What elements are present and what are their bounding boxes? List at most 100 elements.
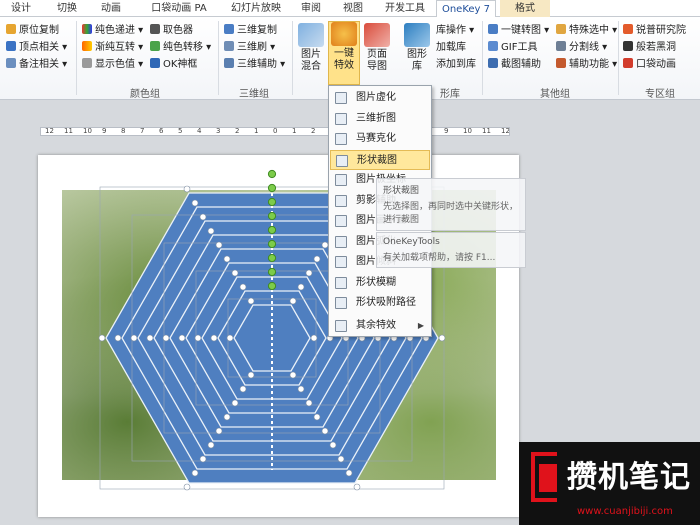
tab-pocket-animation[interactable]: 口袋动画 PA xyxy=(140,0,218,17)
tab-design[interactable]: 设计 xyxy=(6,0,36,17)
ribbon-item-ok-frame[interactable]: OK神框 xyxy=(150,57,197,72)
effect-icon xyxy=(335,92,347,104)
ribbon-item-solid-progressive[interactable]: 纯色递进 ▾ xyxy=(82,23,143,38)
effect-icon xyxy=(335,235,347,248)
menu-item-4[interactable]: 形状裁图 xyxy=(330,149,430,170)
ribbon-item-gif-tool[interactable]: GIF工具 xyxy=(488,40,537,55)
gradient-icon xyxy=(82,41,92,51)
ribbon-item-vertex[interactable]: 顶点相关 ▾ xyxy=(6,40,67,55)
rgb-icon xyxy=(82,58,92,68)
menu-item-1[interactable]: 图片虚化 xyxy=(330,88,430,108)
horizontal-ruler: 1211109876543210123456789101112 xyxy=(40,127,510,136)
picture-blend-button[interactable]: 图片 混合 xyxy=(296,23,326,85)
watermark: 攒机笔记 www.cuanjibiji.com xyxy=(519,442,700,525)
ribbon-item-load-library[interactable]: 加载库 xyxy=(436,40,466,55)
effect-icon xyxy=(335,319,347,332)
tab-animations[interactable]: 动画 xyxy=(96,0,126,17)
ruler-tick-label: 11 xyxy=(482,127,491,135)
ribbon-item-split-line[interactable]: 分割线 ▾ xyxy=(556,40,607,55)
effect-icon xyxy=(335,215,347,227)
ribbon-tab-bar: 设计 切换 动画 口袋动画 PA 幻灯片放映 审阅 视图 开发工具 OneKey… xyxy=(0,0,700,18)
shape-crop-tooltip: 形状裁图 先选择图，再同时选中关键形状，进行裁图 xyxy=(376,178,526,231)
ribbon-item-notes[interactable]: 备注相关 ▾ xyxy=(6,57,67,72)
menu-item-3[interactable]: 马赛克化 xyxy=(330,129,430,149)
ribbon-item-prajna-blackhole[interactable]: 般若黑洞 xyxy=(623,40,676,55)
ruler-tick-label: 0 xyxy=(273,127,278,135)
group-label-other: 其他组 xyxy=(540,89,570,100)
group-label-3d: 三维组 xyxy=(239,89,269,100)
ribbon-item-pocket-animation[interactable]: 口袋动画 xyxy=(623,57,676,72)
menu-item-label: 马赛克化 xyxy=(356,133,396,144)
effect-icon xyxy=(335,194,347,207)
submenu-arrow-icon: ▶ xyxy=(417,320,424,330)
tab-slideshow[interactable]: 幻灯片放映 xyxy=(228,0,284,17)
tab-review[interactable]: 审阅 xyxy=(296,0,326,17)
page-export-button[interactable]: 页面 导图 xyxy=(362,23,392,85)
menu-item-12[interactable]: 其余特效 ▶ xyxy=(330,316,430,336)
tab-transitions[interactable]: 切换 xyxy=(52,0,82,17)
effect-icon xyxy=(335,133,347,145)
menu-item-label: 其余特效 xyxy=(356,319,396,331)
copy-icon xyxy=(6,24,16,34)
ruler-tick-label: 1 xyxy=(292,127,297,135)
menu-item-11[interactable]: 形状吸附路径 xyxy=(330,293,430,313)
ruler-tick-label: 11 xyxy=(64,127,73,135)
shape-library-button[interactable]: 图形 库 xyxy=(402,23,432,85)
ribbon-item-3d-assist[interactable]: 三维辅助 ▾ xyxy=(224,57,285,72)
page-export-icon xyxy=(364,23,390,47)
ribbon-item-show-color[interactable]: 显示色值 ▾ xyxy=(82,57,143,72)
ruler-tick-label: 9 xyxy=(102,127,107,135)
ruler-tick-label: 10 xyxy=(83,127,92,135)
effect-icon xyxy=(336,154,348,167)
menu-item-2[interactable]: 三维折图 xyxy=(330,109,430,129)
menu-item-label: 形状裁图 xyxy=(357,154,397,166)
menu-item-label: 图片虚化 xyxy=(356,92,396,103)
effect-icon xyxy=(335,112,347,125)
ruler-tick-label: 8 xyxy=(121,127,126,135)
group-label-color: 颜色组 xyxy=(130,89,160,100)
tab-format[interactable]: 格式 xyxy=(500,0,550,17)
ruler-tick-label: 12 xyxy=(45,127,54,135)
group-separator xyxy=(482,21,483,95)
assist-icon xyxy=(556,58,566,68)
color-icon xyxy=(82,24,92,34)
ruler-tick-label: 4 xyxy=(197,127,202,135)
ribbon-item-gradient-solid[interactable]: 渐纯互转 ▾ xyxy=(82,40,143,55)
gif-icon xyxy=(488,41,498,51)
menu-item-label: 三维折图 xyxy=(356,112,396,124)
brand-logo-mark xyxy=(539,464,557,492)
frame-icon xyxy=(150,58,160,68)
select-icon xyxy=(556,24,566,34)
ruler-tick-label: 3 xyxy=(216,127,221,135)
effect-icon xyxy=(335,174,347,186)
ribbon-item-in-place-copy[interactable]: 原位复制 xyxy=(6,23,59,38)
ribbon-item-3d-copy[interactable]: 三维复制 xyxy=(224,23,277,38)
ruler-tick-label: 2 xyxy=(311,127,316,135)
ribbon-item-one-click-to-image[interactable]: 一键转图 ▾ xyxy=(488,23,549,38)
tab-view[interactable]: 视图 xyxy=(338,0,368,17)
screenshot-icon xyxy=(488,58,498,68)
shape-library-icon xyxy=(404,23,430,47)
split-icon xyxy=(556,41,566,51)
ribbon-item-ruipu-institute[interactable]: 锐普研究院 xyxy=(623,23,686,38)
group-label-special: 专区组 xyxy=(645,89,675,100)
ribbon-item-library-ops[interactable]: 库操作 ▾ xyxy=(436,23,474,38)
ribbon-item-screenshot-assist[interactable]: 截图辅助 xyxy=(488,57,541,72)
group-separator xyxy=(292,21,293,95)
ribbon-item-color-transfer[interactable]: 纯色转移 ▾ xyxy=(150,40,211,55)
menu-item-label: 形状模糊 xyxy=(356,276,396,288)
ribbon-item-special-select[interactable]: 特殊选中 ▾ xyxy=(556,23,617,38)
one-click-effects-button[interactable]: 一键 特效 xyxy=(328,21,360,85)
notes-icon xyxy=(6,58,16,68)
ribbon-item-add-to-library[interactable]: 添加到库 xyxy=(436,57,476,72)
ribbon-item-assist-functions[interactable]: 辅助功能 ▾ xyxy=(556,57,617,72)
group-separator xyxy=(76,21,77,95)
ribbon-item-3d-brush[interactable]: 三维刷 ▾ xyxy=(224,40,275,55)
ribbon-item-color-picker[interactable]: 取色器 xyxy=(150,23,193,38)
blackhole-icon xyxy=(623,41,633,51)
tab-onekey[interactable]: OneKey 7 xyxy=(436,0,496,18)
tab-developer[interactable]: 开发工具 xyxy=(380,0,430,17)
pocket-icon xyxy=(623,58,633,68)
menu-item-10[interactable]: 形状模糊 xyxy=(330,273,430,293)
tooltip-text: 先选择图，再同时选中关键形状，进行裁图 xyxy=(383,202,519,225)
